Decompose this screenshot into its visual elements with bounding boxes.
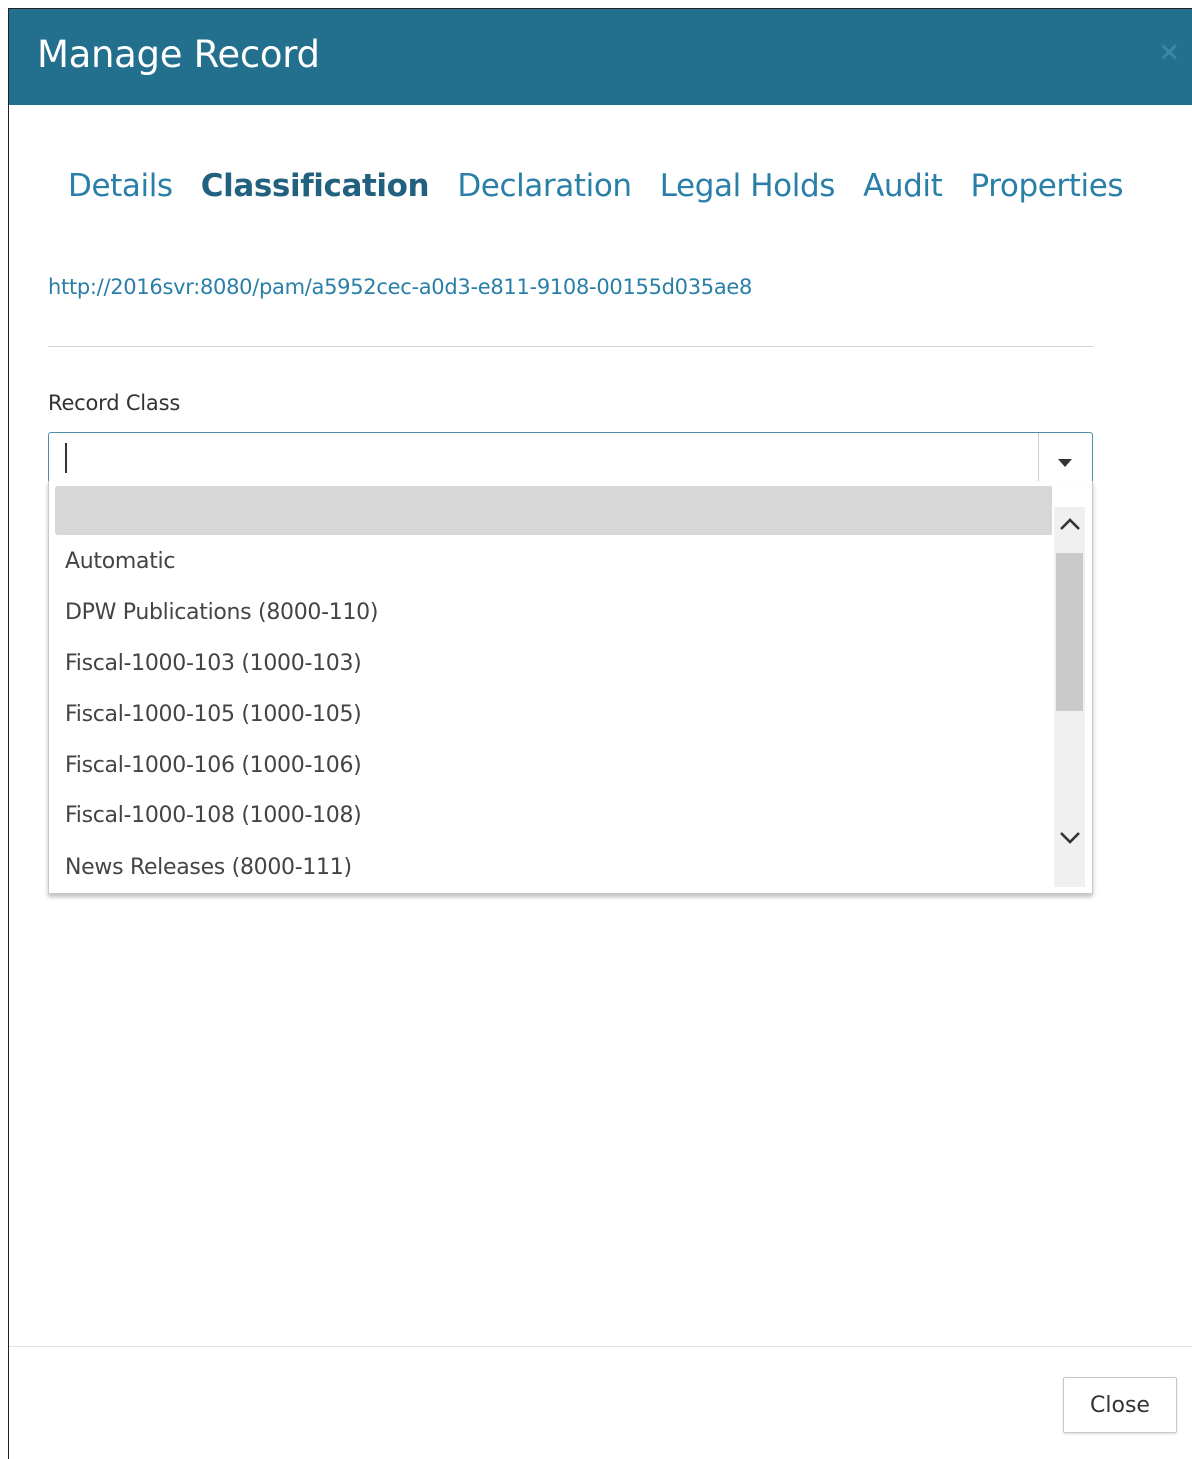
dropdown-toggle-button[interactable]	[1038, 433, 1092, 481]
dropdown-option[interactable]: Fiscal-1000-108 (1000-108)	[65, 796, 362, 836]
record-class-input[interactable]	[50, 434, 1035, 480]
dialog-header: Manage Record ×	[9, 9, 1192, 105]
tab-bar: Details Classification Declaration Legal…	[68, 168, 1146, 212]
chevron-down-icon	[1058, 459, 1072, 467]
dropdown-scrollbar[interactable]	[1054, 507, 1085, 887]
dropdown-list: Automatic DPW Publications (8000-110) Fi…	[49, 481, 1052, 893]
divider	[48, 346, 1093, 347]
close-button[interactable]: Close	[1063, 1377, 1177, 1433]
tab-details[interactable]: Details	[68, 168, 173, 204]
footer-divider	[9, 1346, 1192, 1347]
dropdown-option[interactable]: News Releases (8000-111)	[65, 848, 352, 888]
scroll-up-icon[interactable]	[1054, 513, 1085, 543]
dialog-title: Manage Record	[37, 33, 320, 76]
dropdown-option[interactable]: Fiscal-1000-106 (1000-106)	[65, 746, 362, 786]
record-class-label: Record Class	[48, 391, 181, 415]
tab-audit[interactable]: Audit	[863, 168, 943, 204]
tab-declaration[interactable]: Declaration	[457, 168, 632, 204]
dropdown-option[interactable]: Automatic	[65, 542, 175, 582]
tab-properties[interactable]: Properties	[971, 168, 1124, 204]
record-url-link[interactable]: http://2016svr:8080/pam/a5952cec-a0d3-e8…	[48, 275, 752, 299]
dropdown-option[interactable]: Fiscal-1000-105 (1000-105)	[65, 695, 362, 735]
tab-legal-holds[interactable]: Legal Holds	[660, 168, 836, 204]
record-class-dropdown: Automatic DPW Publications (8000-110) Fi…	[48, 481, 1093, 894]
dropdown-option[interactable]: DPW Publications (8000-110)	[65, 593, 378, 633]
scrollbar-thumb[interactable]	[1056, 553, 1083, 711]
scroll-down-icon[interactable]	[1054, 827, 1085, 857]
tab-classification[interactable]: Classification	[201, 168, 430, 204]
dropdown-option-empty[interactable]	[55, 486, 1052, 535]
record-class-select[interactable]	[48, 432, 1093, 482]
text-cursor	[65, 443, 67, 473]
dropdown-option[interactable]: Fiscal-1000-103 (1000-103)	[65, 644, 362, 684]
close-icon[interactable]: ×	[1158, 37, 1180, 67]
